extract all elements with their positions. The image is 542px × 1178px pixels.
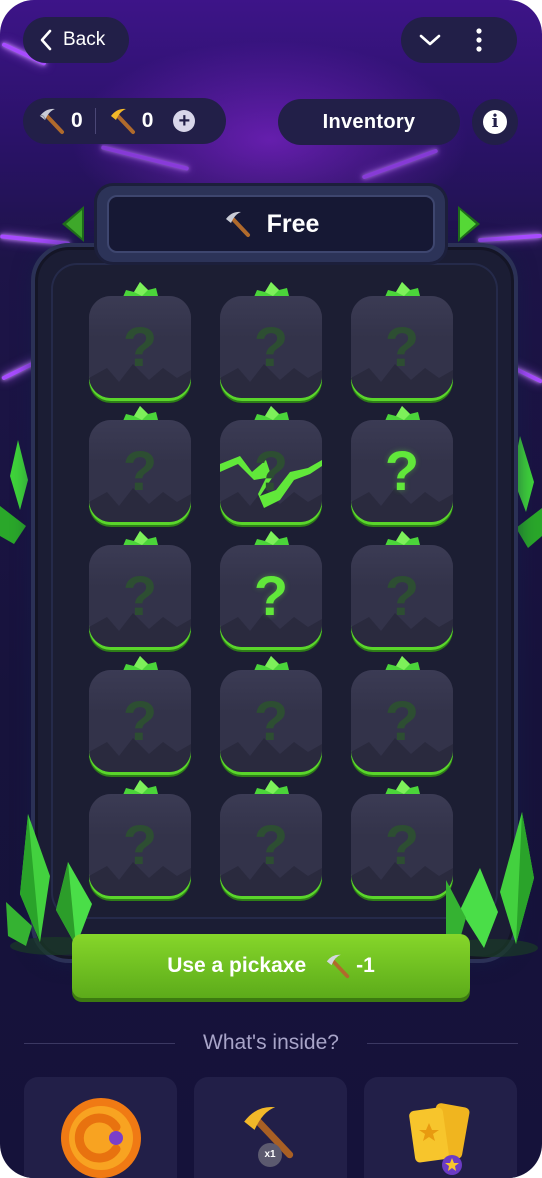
mine-tile[interactable]: ? <box>220 780 322 898</box>
mine-tile[interactable]: ? <box>89 656 191 774</box>
rock-block: ? <box>351 545 453 647</box>
use-pickaxe-label: Use a pickaxe <box>167 954 307 977</box>
chevron-left-icon <box>40 29 52 51</box>
mine-tile[interactable]: ? <box>351 531 453 649</box>
mystery-mark: ? <box>384 689 420 752</box>
mystery-mark: ? <box>122 564 158 627</box>
game-screen: Back 0 0 + Inventory i Free ? ? ? ? ? ? … <box>0 0 542 1178</box>
mystery-mark: ? <box>253 439 289 502</box>
mystery-mark: ? <box>122 315 158 378</box>
mystery-mark: ? <box>384 564 420 627</box>
mine-tile[interactable]: ? <box>220 656 322 774</box>
mystery-mark: ? <box>122 439 158 502</box>
mystery-mark: ? <box>253 689 289 752</box>
mine-tile[interactable]: ? <box>351 282 453 400</box>
mine-tile[interactable]: ? <box>220 531 322 649</box>
mine-title-plate: Free <box>97 186 445 262</box>
rock-block: ? <box>351 296 453 398</box>
mine-tile[interactable]: ? <box>220 406 322 524</box>
mystery-mark: ? <box>122 813 158 876</box>
rock-block: ? <box>351 670 453 772</box>
rock-block: ? <box>89 670 191 772</box>
reward-card-coin[interactable] <box>24 1077 177 1178</box>
rock-block: ? <box>89 296 191 398</box>
mine-tile[interactable]: ? <box>89 780 191 898</box>
info-button[interactable]: i <box>472 99 518 145</box>
chevron-down-icon[interactable] <box>419 33 441 47</box>
pickaxe-counter: 0 0 + <box>23 98 226 144</box>
window-controls <box>401 17 517 63</box>
more-menu-icon[interactable] <box>475 27 483 53</box>
grey-pickaxe-count: 0 <box>71 109 83 132</box>
counter-divider <box>94 108 96 134</box>
rock-block: ? <box>351 794 453 896</box>
rock-block: ? <box>220 794 322 896</box>
mystery-mark: ? <box>384 813 420 876</box>
back-label: Back <box>63 29 106 50</box>
gold-pickaxe-count: 0 <box>141 109 154 132</box>
rock-block: ? <box>220 420 322 522</box>
neon-line <box>477 233 542 243</box>
inventory-button[interactable]: Inventory <box>278 99 460 145</box>
rock-block: ? <box>89 545 191 647</box>
rock-block: ? <box>220 545 322 647</box>
rock-block: ? <box>220 296 322 398</box>
mine-tile[interactable]: ? <box>351 780 453 898</box>
whats-inside-heading: What's inside? <box>203 1031 339 1054</box>
rock-block: ? <box>89 420 191 522</box>
next-mine-arrow-icon[interactable] <box>456 204 484 244</box>
mine-tile[interactable]: ? <box>89 282 191 400</box>
info-icon: i <box>483 110 507 134</box>
prev-mine-arrow-icon[interactable] <box>58 204 86 244</box>
crystal-left-icon <box>0 440 28 544</box>
mine-tile[interactable]: ? <box>89 531 191 649</box>
back-button[interactable]: Back <box>23 17 129 63</box>
add-pickaxe-button[interactable]: + <box>173 110 196 132</box>
tickets-icon <box>409 1103 470 1175</box>
pickaxe-icon <box>225 211 250 237</box>
mine-tile[interactable]: ? <box>351 406 453 524</box>
rock-block: ? <box>220 670 322 772</box>
mine-tile[interactable]: ? <box>220 282 322 400</box>
quantity-badge: x1 <box>258 1143 282 1167</box>
mystery-mark: ? <box>253 564 289 627</box>
gold-pickaxe-icon <box>110 108 135 134</box>
mine-title: Free <box>266 209 320 238</box>
grey-pickaxe-icon <box>39 108 64 134</box>
coin-icon <box>61 1098 141 1178</box>
mystery-mark: ? <box>253 813 289 876</box>
mine-tile[interactable]: ? <box>351 656 453 774</box>
use-pickaxe-button[interactable]: Use a pickaxe -1 <box>72 934 470 998</box>
reward-card-tickets[interactable] <box>364 1077 517 1178</box>
whats-inside-header: What's inside? <box>24 1028 518 1058</box>
mystery-mark: ? <box>384 315 420 378</box>
inventory-label: Inventory <box>322 110 416 133</box>
rock-block: ? <box>89 794 191 896</box>
mystery-mark: ? <box>384 439 420 502</box>
pickaxe-icon <box>326 954 350 979</box>
mystery-mark: ? <box>253 315 289 378</box>
mine-tile[interactable]: ? <box>89 406 191 524</box>
rock-block: ? <box>351 420 453 522</box>
reward-card-pickaxe[interactable]: x1 <box>194 1077 347 1178</box>
mystery-mark: ? <box>122 689 158 752</box>
pickaxe-cost: -1 <box>356 954 375 977</box>
